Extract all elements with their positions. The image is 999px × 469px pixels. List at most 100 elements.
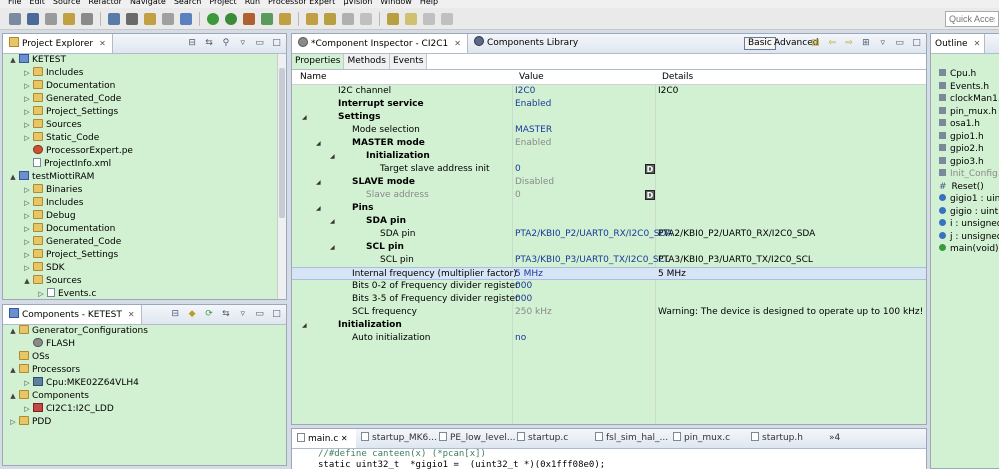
settings-icon[interactable] (81, 13, 93, 25)
close-icon[interactable]: ✕ (128, 310, 135, 319)
tree-item[interactable]: ▷ Documentation (3, 80, 286, 93)
scrollbar-thumb[interactable] (279, 68, 285, 218)
back-icon[interactable]: ⇦ (827, 38, 838, 49)
expand-toggle-icon[interactable]: ▷ (23, 93, 31, 106)
tab-project-explorer[interactable]: Project Explorer ✕ (3, 34, 113, 53)
property-row[interactable]: ◢ Initialization (292, 319, 926, 332)
expand-toggle-icon[interactable]: ▲ (9, 54, 17, 67)
help-icon[interactable]: ▤ (810, 38, 821, 49)
expand-toggle-icon[interactable]: ▷ (23, 223, 31, 236)
outline-item[interactable]: gpio3.h (931, 156, 999, 169)
expand-toggle-icon[interactable]: ◢ (302, 319, 307, 332)
expand-toggle-icon[interactable]: ▷ (23, 106, 31, 119)
maximize-icon[interactable]: □ (271, 309, 282, 320)
expand-toggle-icon[interactable]: ▲ (9, 171, 17, 184)
property-value[interactable]: Disabled (515, 176, 554, 189)
tree-item[interactable]: ▷ CI2C1:I2C_LDD (3, 403, 286, 416)
expand-toggle-icon[interactable]: ◢ (302, 111, 307, 124)
tab-overflow[interactable]: »4 (824, 429, 845, 448)
tab-component-inspector[interactable]: *Component Inspector - CI2C1 ✕ (292, 34, 468, 53)
editor-tab[interactable]: startup.c (512, 429, 590, 448)
vertical-scrollbar[interactable] (277, 54, 286, 299)
back-icon[interactable] (387, 13, 399, 25)
maximize-icon[interactable]: □ (911, 38, 922, 49)
menu-item-navigate[interactable]: Navigate (130, 0, 166, 6)
menu-item-edit[interactable]: Edit (29, 0, 45, 6)
property-value[interactable]: 000 (515, 293, 532, 306)
outline-item[interactable]: gigio1 : uint32_t* (931, 193, 999, 206)
outline-item[interactable]: Events.h (931, 81, 999, 94)
menu-item-file[interactable]: File (8, 0, 21, 6)
expand-toggle-icon[interactable]: ▷ (23, 132, 31, 145)
tree-item[interactable]: ProcessorExpert.pe (3, 145, 286, 158)
tree-item[interactable]: OSs (3, 351, 286, 364)
property-value[interactable]: 0 (515, 189, 521, 202)
expand-toggle-icon[interactable]: ▲ (9, 325, 17, 338)
detail-button[interactable]: D (645, 164, 655, 174)
property-row[interactable]: Auto initialization no (292, 332, 926, 345)
outline-item[interactable]: gigio : uint32_t* (931, 206, 999, 219)
editor-tab[interactable]: main.c ✕ (292, 429, 356, 448)
build-icon[interactable] (63, 13, 75, 25)
detail-button[interactable]: D (645, 190, 655, 200)
tree-item[interactable]: ▷ PDD (3, 416, 286, 429)
close-icon[interactable]: ✕ (454, 39, 461, 48)
view-menu-icon[interactable]: ▿ (877, 38, 888, 49)
view-menu-icon[interactable]: ▿ (237, 309, 248, 320)
property-value[interactable]: no (515, 332, 526, 345)
property-value[interactable]: 000 (515, 280, 532, 293)
next-icon[interactable] (342, 13, 354, 25)
expand-toggle-icon[interactable]: ▲ (9, 364, 17, 377)
collapse-all-icon[interactable]: ⊟ (170, 309, 181, 320)
outline-item[interactable]: clockMan1.h (931, 93, 999, 106)
tree-item[interactable]: ▲ testMiottiRAM (3, 171, 286, 184)
menu-item-window[interactable]: Window (380, 0, 412, 6)
property-row[interactable]: ◢ MASTER mode Enabled (292, 137, 926, 150)
tree-item[interactable]: ▷ Events.c (3, 288, 286, 299)
property-row[interactable]: SCL pin PTA3/KBI0_P3/UART0_TX/I2C0_SCL PTA… (292, 254, 926, 267)
menu-icon[interactable] (441, 13, 453, 25)
tree-item[interactable]: ▲ Generator_Configurations (3, 325, 286, 338)
property-row[interactable]: Bits 0-2 of Frequency divider register 00… (292, 280, 926, 293)
tree-item[interactable]: ▷ Documentation (3, 223, 286, 236)
view-menu-icon[interactable]: ▿ (237, 38, 248, 49)
new-icon[interactable] (9, 13, 21, 25)
forward-icon[interactable]: ⇨ (844, 38, 855, 49)
tree-item[interactable]: ▷ Binaries (3, 184, 286, 197)
collapse-all-icon[interactable]: ⊟ (187, 38, 198, 49)
close-icon[interactable]: ✕ (974, 39, 981, 48)
maximize-icon[interactable]: □ (271, 38, 282, 49)
expand-toggle-icon[interactable]: ▷ (23, 80, 31, 93)
property-row[interactable]: Internal frequency (multiplier factor) 5 … (292, 267, 926, 280)
save-icon[interactable] (27, 13, 39, 25)
property-row[interactable]: Bits 3-5 of Frequency divider register 00… (292, 293, 926, 306)
outline-item[interactable]: j : unsigned int (931, 231, 999, 244)
expand-toggle-icon[interactable]: ◢ (316, 137, 321, 150)
search-icon[interactable] (306, 13, 318, 25)
tab-events[interactable]: Events (389, 54, 428, 69)
column-header-value[interactable]: Value (519, 72, 544, 82)
tree-item[interactable]: ▷ Project_Settings (3, 249, 286, 262)
tree-item[interactable]: ▷ Sources (3, 119, 286, 132)
pin-icon[interactable] (423, 13, 435, 25)
expand-toggle-icon[interactable]: ▷ (23, 377, 31, 390)
tree-item[interactable]: ▲ KETEST (3, 54, 286, 67)
toggle-icon[interactable] (162, 13, 174, 25)
property-row[interactable]: Target slave address init 0 D (292, 163, 926, 176)
expand-toggle-icon[interactable]: ◢ (316, 176, 321, 189)
property-row[interactable]: ◢ SCL pin (292, 241, 926, 254)
forward-icon[interactable] (405, 13, 417, 25)
menu-item--vision[interactable]: µVision (343, 0, 372, 6)
tab-components[interactable]: Components - KETEST ✕ (3, 305, 142, 324)
property-row[interactable]: Interrupt service Enabled (292, 98, 926, 111)
link-icon[interactable]: ⇆ (220, 309, 231, 320)
expand-toggle-icon[interactable]: ▷ (9, 416, 17, 429)
property-value[interactable]: MASTER (515, 124, 552, 137)
property-row[interactable]: ◢ SDA pin (292, 215, 926, 228)
menu-item-processor-expert[interactable]: Processor Expert (268, 0, 335, 6)
basic-mode-button[interactable]: Basic (744, 37, 776, 50)
tree-item[interactable]: ▷ SDK (3, 262, 286, 275)
expand-toggle-icon[interactable]: ◢ (330, 241, 335, 254)
tree-item[interactable]: ▷ Cpu:MKE02Z64VLH4 (3, 377, 286, 390)
property-row[interactable]: SCL frequency 250 kHz Warning: The device … (292, 306, 926, 319)
